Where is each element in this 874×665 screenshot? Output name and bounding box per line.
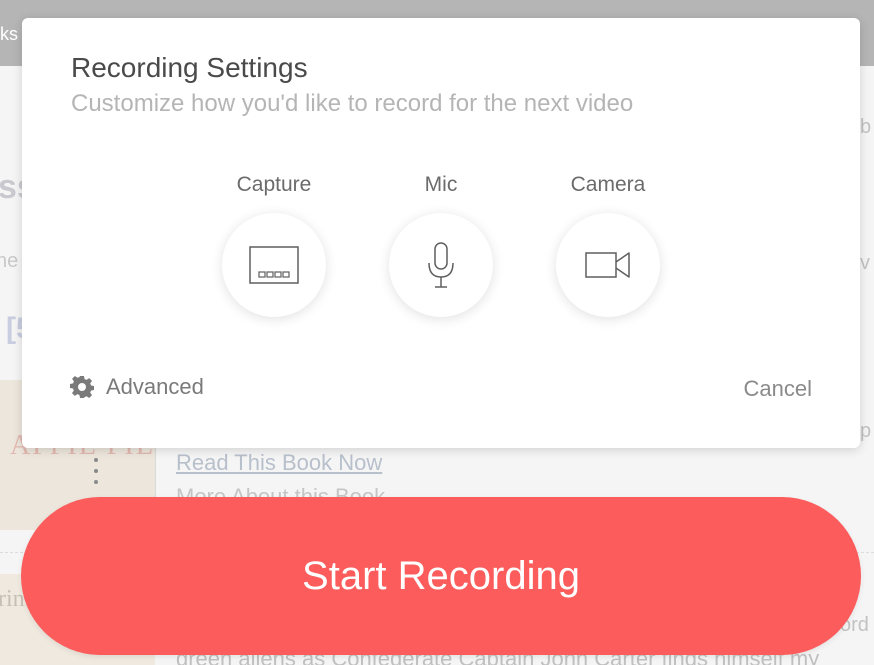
advanced-label: Advanced — [106, 374, 204, 399]
background-right-fragment: b — [860, 116, 872, 138]
capture-label: Capture — [236, 173, 312, 196]
modal-title: Recording Settings — [71, 52, 308, 83]
background-topbar-text: ks — [0, 24, 18, 44]
more-options-icon — [94, 458, 100, 491]
background-right-fragment: p — [860, 420, 872, 442]
start-recording-button[interactable]: Start Recording — [21, 497, 861, 655]
background-text-fragment: he — [0, 250, 19, 272]
camera-button[interactable] — [556, 213, 660, 317]
page: ks ss he [5 b v p ord APPIE PIE Read Thi… — [0, 0, 874, 665]
microphone-icon — [428, 242, 454, 288]
mic-option: Mic — [381, 173, 501, 317]
gear-icon — [70, 376, 94, 398]
modal-subtitle: Customize how you'd like to record for t… — [71, 90, 634, 117]
advanced-settings-link[interactable]: Advanced — [70, 374, 204, 400]
read-book-link: Read This Book Now — [176, 450, 383, 475]
capture-button[interactable] — [222, 213, 326, 317]
mic-button[interactable] — [389, 213, 493, 317]
cancel-button[interactable]: Cancel — [744, 376, 812, 402]
camera-label: Camera — [570, 173, 646, 196]
screen-capture-icon — [249, 246, 299, 284]
book-cover-2-text: rin — [0, 586, 25, 612]
capture-option: Capture — [214, 173, 334, 317]
camera-option: Camera — [548, 173, 668, 317]
mic-label: Mic — [424, 173, 458, 196]
video-camera-icon — [585, 252, 630, 278]
background-right-fragment: v — [860, 252, 870, 274]
recording-settings-modal: Recording Settings Customize how you'd l… — [22, 18, 860, 448]
